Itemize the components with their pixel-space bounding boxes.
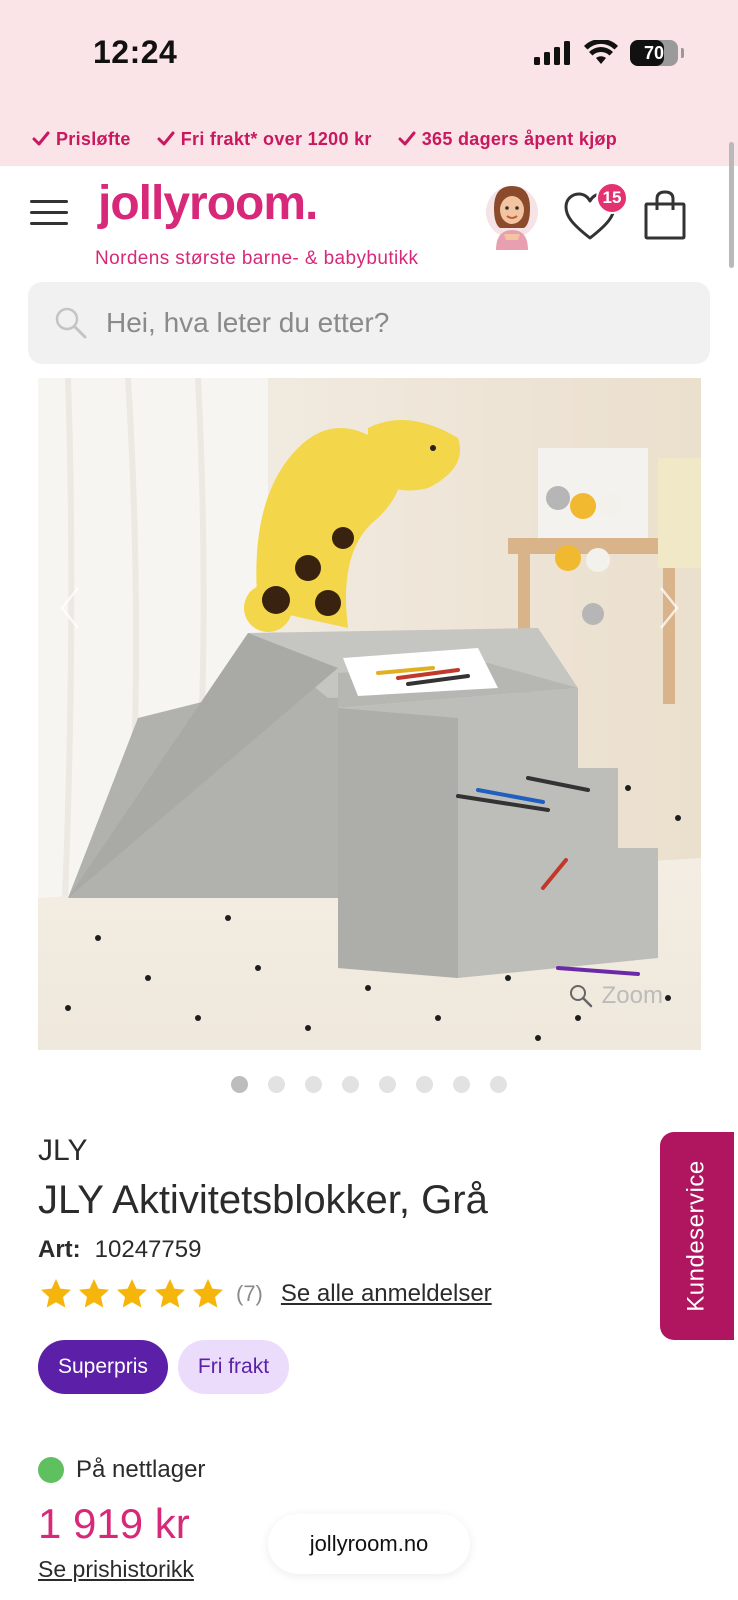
superpris-badge: Superpris [38,1340,168,1394]
zoom-button[interactable]: Zoom [568,982,663,1010]
stock-label: På nettlager [76,1456,206,1483]
review-count: (7) [236,1281,263,1306]
next-image-arrow-icon[interactable] [649,578,689,638]
usp-item-price-promise[interactable]: Prisløfte [32,129,131,150]
search-icon [55,307,87,339]
stock-status: På nettlager [38,1456,205,1484]
site-logo[interactable]: jollyroom. [98,176,318,231]
battery-percent: 70 [643,42,665,63]
usp-bar: Prisløfte Fri frakt* over 1200 kr 365 da… [0,112,738,166]
product-badges: Superpris Fri frakt [38,1340,290,1394]
free-shipping-badge: Fri frakt [177,1340,290,1394]
star-icon [79,1279,109,1308]
hamburger-menu-icon[interactable] [30,200,68,228]
site-header: jollyroom. Nordens største barne- & baby… [0,166,738,282]
product-brand[interactable]: JLY [38,1134,87,1168]
see-all-reviews-link[interactable]: Se alle anmeldelser [281,1280,492,1308]
star-icon [193,1279,223,1308]
star-icon [117,1279,147,1308]
usp-label: Fri frakt* over 1200 kr [180,128,372,149]
carousel-dot[interactable] [379,1076,396,1093]
assistant-avatar-icon[interactable] [482,178,542,250]
status-icons: 70 [534,40,684,66]
star-icon [41,1279,71,1308]
usp-label: 365 dagers åpent kjøp [421,128,618,149]
product-title: JLY Aktivitetsblokker, Grå [38,1178,488,1222]
browser-url-pill[interactable]: jollyroom.no [268,1514,470,1574]
zoom-magnifier-icon [569,985,592,1008]
carousel-dot[interactable] [490,1076,507,1093]
star-icon [155,1279,185,1308]
usp-item-free-shipping[interactable]: Fri frakt* over 1200 kr [157,129,372,150]
carousel-dot[interactable] [416,1076,433,1093]
article-value: 10247759 [94,1236,202,1263]
zoom-label: Zoom [601,982,663,1009]
status-bar: 12:24 70 [0,0,738,112]
carousel-dot[interactable] [231,1076,248,1093]
battery-indicator: 70 [630,40,684,66]
product-rating[interactable]: (7) Se alle anmeldelser [38,1276,492,1312]
shopping-bag-icon[interactable] [642,188,688,242]
search-bar[interactable] [28,282,710,364]
carousel-dot[interactable] [305,1076,322,1093]
checkmark-icon [32,131,50,146]
in-stock-dot-icon [38,1457,64,1483]
usp-item-open-purchase[interactable]: 365 dagers åpent kjøp [398,129,617,150]
checkmark-icon [398,131,416,146]
image-carousel-dots [0,1076,738,1093]
page-scrollbar[interactable] [729,142,734,268]
customer-service-tab[interactable]: Kundeservice [660,1132,734,1340]
carousel-dot[interactable] [453,1076,470,1093]
price-history-link[interactable]: Se prishistorikk [38,1556,194,1583]
article-number: Art: 10247759 [38,1236,201,1264]
product-photo [38,378,701,1050]
checkmark-icon [157,131,175,146]
search-input[interactable] [106,307,666,339]
status-time: 12:24 [93,34,178,70]
wifi-icon [584,40,618,64]
rating-stars [38,1276,226,1312]
cellular-signal-icon [534,41,570,65]
carousel-dot[interactable] [342,1076,359,1093]
previous-image-arrow-icon[interactable] [50,578,90,638]
site-tagline: Nordens største barne- & babybutikk [95,248,419,269]
article-label: Art: [38,1236,81,1263]
carousel-dot[interactable] [268,1076,285,1093]
customer-service-label: Kundeservice [683,1160,711,1312]
product-price: 1 919 kr [38,1500,190,1547]
product-image[interactable]: Zoom [38,378,701,1050]
wishlist-count-badge: 15 [596,182,628,214]
usp-label: Prisløfte [56,128,131,149]
